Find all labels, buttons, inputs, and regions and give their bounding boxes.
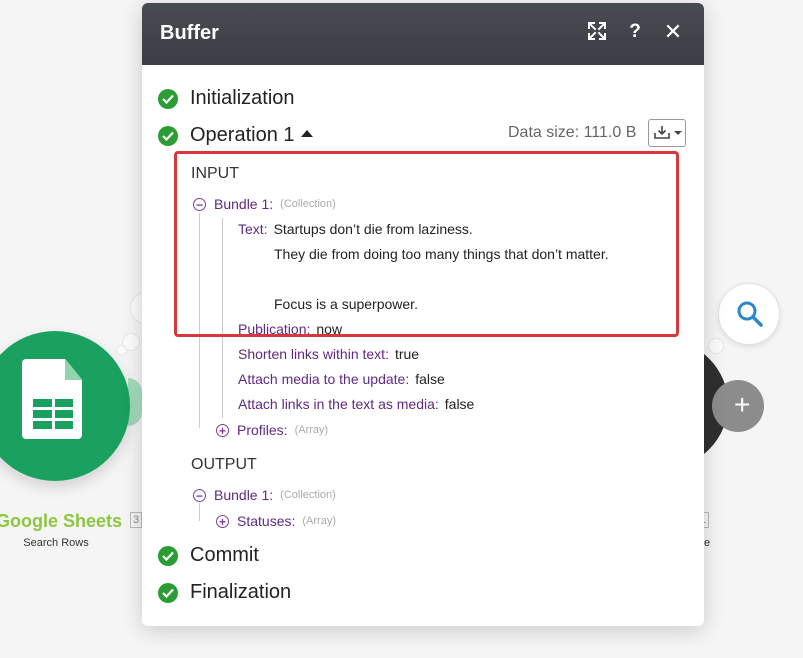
magnifier-icon [737,301,763,327]
field-value: true [394,346,420,362]
stage-label: Commit [190,544,259,566]
module-connector [128,378,142,426]
highlight-annotation-box [174,151,679,337]
stage-initialization[interactable]: Initialization [158,87,295,110]
output-bundle-row[interactable]: − Bundle 1: (Collection) [193,487,336,503]
field-key: Shorten links within text: [238,346,389,362]
stage-commit[interactable]: Commit [158,544,259,567]
dialog-title: Buffer [160,22,219,44]
collapse-toggle-icon[interactable]: − [193,488,206,502]
tree-guide-line [199,503,200,521]
expand-toggle-icon[interactable]: + [216,423,229,437]
inspect-bubble-button[interactable] [718,283,780,345]
field-value: false [444,396,475,412]
field-row-statuses[interactable]: + Statuses: (Array) [216,513,336,529]
check-icon [158,88,178,109]
module-name: Google Sheets [0,511,123,531]
field-type: (Array) [302,515,336,527]
check-icon [158,545,178,566]
data-size-label: Data size: 111.0 B [508,124,637,141]
stage-finalization[interactable]: Finalization [158,581,291,604]
field-type: (Collection) [280,489,336,501]
thought-bubble-small-right [708,338,724,354]
field-key: Statuses: [237,513,296,529]
stage-label: Initialization [190,87,295,109]
module-action-label: Search Rows [23,537,89,549]
thought-bubble-tiny [116,345,127,356]
chevron-down-icon [674,131,682,135]
field-type: (Array) [294,424,329,436]
stage-operation[interactable]: Operation 1 [158,124,313,147]
close-icon[interactable]: ✕ [662,21,684,43]
expand-icon[interactable] [586,21,608,43]
field-row-attach-links: Attach links in the text as media: false [238,396,474,412]
sheet-grid [33,399,73,429]
field-key: Bundle 1: [214,487,274,503]
stage-label: Finalization [190,581,292,603]
collapse-caret-icon[interactable] [300,130,313,137]
field-row-profiles[interactable]: + Profiles: (Array) [216,422,328,438]
field-key: Profiles: [237,422,288,438]
field-key: Attach media to the update: [238,371,410,387]
download-button[interactable] [648,119,686,147]
plus-icon: + [734,389,751,420]
check-icon [158,125,178,146]
field-row-attach-media: Attach media to the update: false [238,371,445,387]
field-key: Attach links in the text as media: [238,396,439,412]
dialog-header: Buffer ? ✕ [142,3,704,65]
stage-label: Operation 1 [190,124,295,146]
output-section-label: OUTPUT [191,456,257,473]
field-row-shorten-links: Shorten links within text: true [238,346,419,362]
help-icon[interactable]: ? [624,21,646,43]
download-icon [654,126,670,139]
field-value: false [415,371,445,387]
expand-arrows-icon [588,22,606,40]
module-action-label-right: e [704,537,711,549]
expand-toggle-icon[interactable]: + [216,514,229,528]
check-icon [158,582,178,603]
module-id-badge: 3 [130,512,143,528]
